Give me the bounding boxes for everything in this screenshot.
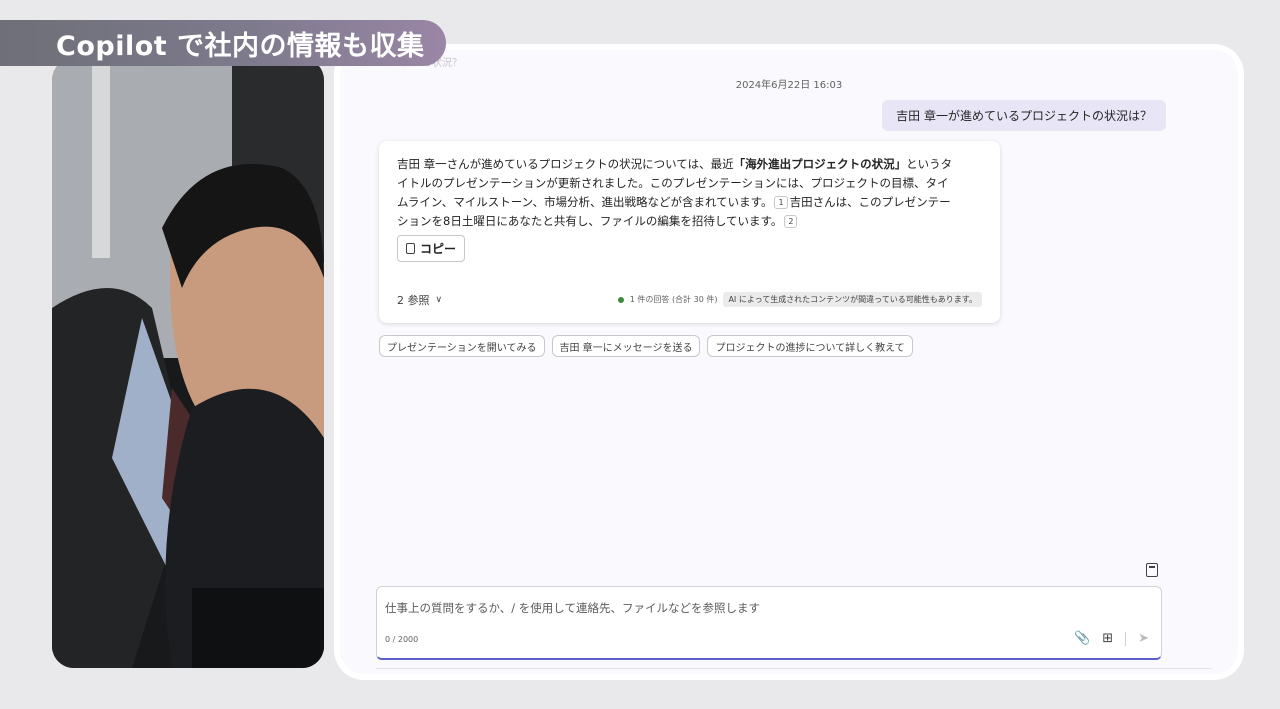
- response-line-1b: というタ: [906, 157, 953, 171]
- response-text: 吉田 章一さんが進めているプロジェクトの状況については、最近「海外進出プロジェク…: [397, 155, 982, 231]
- citation-2[interactable]: 2: [784, 215, 798, 228]
- message-composer[interactable]: 仕事上の質問をするか、/ を使用して連絡先、ファイルなどを参照します 0 / 2…: [376, 586, 1162, 660]
- person-illustration: [52, 58, 324, 668]
- citation-1[interactable]: 1: [774, 196, 788, 209]
- message-timestamp: 2024年6月22日 16:03: [735, 80, 843, 91]
- copy-button-label: コピー: [420, 242, 457, 256]
- banner-title: Copilot で社内の情報も収集: [56, 30, 425, 62]
- response-line-2: イトルのプレゼンテーションが更新されました。このプレゼンテーションには、プロジェ…: [397, 176, 949, 190]
- send-icon[interactable]: ➤: [1138, 631, 1149, 646]
- references-label: 2 参照: [397, 294, 430, 307]
- copy-button[interactable]: コピー: [397, 235, 466, 262]
- composer-placeholder[interactable]: 仕事上の質問をするか、/ を使用して連絡先、ファイルなどを参照します: [385, 600, 760, 616]
- composer-tools: 📎 ⊞ ➤: [1074, 631, 1149, 646]
- response-line-1a: 吉田 章一さんが進めているプロジェクトの状況については、最近: [397, 157, 734, 171]
- title-banner: Copilot で社内の情報も収集: [0, 20, 446, 66]
- user-message-bubble: 吉田 章一が進めているプロジェクトの状況は？: [882, 100, 1166, 131]
- response-line-4: ションを8日土曜日にあなたと共有し、ファイルの編集を招待しています。: [397, 214, 783, 228]
- copilot-response-card: 吉田 章一さんが進めているプロジェクトの状況については、最近「海外進出プロジェク…: [379, 141, 1000, 323]
- response-highlight: 「海外進出プロジェクトの状況」: [733, 157, 907, 171]
- chevron-down-icon: ∨: [435, 295, 443, 305]
- suggestion-chip-send-message[interactable]: 吉田 章一にメッセージを送る: [551, 335, 701, 357]
- suggestion-chip-open-presentation[interactable]: プレゼンテーションを開いてみる: [379, 335, 545, 357]
- status-dot-icon: [617, 296, 624, 303]
- copilot-chat-panel: プロジェクトの状況？ 2024年6月22日 16:03 吉田 章一が進めているプ…: [340, 50, 1238, 674]
- ai-disclaimer-badge: AI によって生成されたコンテンツが間違っている可能性もあります。: [723, 292, 982, 307]
- character-count: 0 / 2000: [385, 635, 419, 644]
- response-line-3a: ムライン、マイルストーン、市場分析、進出戦略などが含まれています。: [397, 195, 773, 209]
- responses-count: 1 件の回答 (合計 30 件): [629, 295, 718, 304]
- notebook-icon[interactable]: [1146, 563, 1158, 577]
- attach-icon[interactable]: 📎: [1074, 631, 1090, 646]
- response-line-3b: 吉田さんは、このプレゼンテー: [789, 195, 951, 209]
- copy-icon: [406, 243, 415, 254]
- apps-grid-icon[interactable]: ⊞: [1102, 631, 1113, 646]
- person-photo: [52, 58, 324, 668]
- suggestion-chips: プレゼンテーションを開いてみる 吉田 章一にメッセージを送る プロジェクトの進捗…: [379, 335, 913, 357]
- user-message-text: 吉田 章一が進めているプロジェクトの状況は？: [896, 109, 1152, 123]
- response-meta: 1 件の回答 (合計 30 件) AI によって生成されたコンテンツが間違ってい…: [617, 292, 982, 307]
- references-toggle[interactable]: 2 参照 ∨: [397, 292, 442, 308]
- divider: [376, 668, 1212, 669]
- suggestion-chip-project-progress[interactable]: プロジェクトの進捗について詳しく教えて: [707, 335, 913, 357]
- tool-separator: [1125, 631, 1127, 646]
